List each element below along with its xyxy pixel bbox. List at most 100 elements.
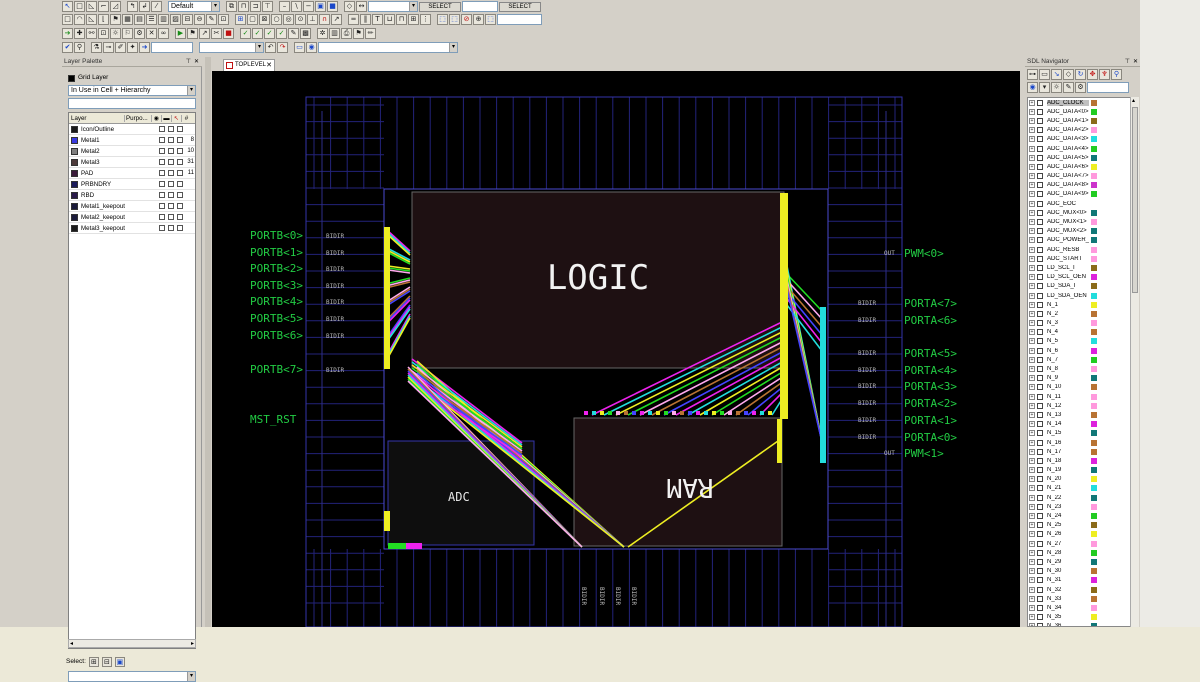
bulb-icon[interactable]: ☼ <box>1051 82 1062 93</box>
net-checkbox[interactable] <box>1037 430 1043 437</box>
cross-icon[interactable]: ✕ <box>146 28 157 39</box>
globe-icon[interactable]: ◉ <box>306 42 317 53</box>
expand-icon[interactable]: + <box>1029 577 1035 584</box>
visible-checkbox[interactable] <box>159 137 165 143</box>
expand-icon[interactable]: + <box>1029 274 1035 281</box>
select-combo-bottom[interactable]: ▾ <box>68 671 196 682</box>
expand-icon[interactable]: + <box>1029 209 1035 216</box>
zoom-fit-icon[interactable]: ⊞ <box>235 14 246 25</box>
net-checkbox[interactable] <box>1037 264 1043 271</box>
pin-icon[interactable]: ⊤ <box>262 1 273 12</box>
flag-icon[interactable]: ⚑ <box>110 14 121 25</box>
expand-icon[interactable]: + <box>1029 219 1035 226</box>
binoculars-icon[interactable]: ⚯ <box>86 28 97 39</box>
net-row[interactable]: + N_29 <box>1028 557 1130 566</box>
expand-icon[interactable]: + <box>1029 494 1035 501</box>
verify-icon[interactable]: ✓ <box>252 28 263 39</box>
net-row[interactable]: + N_34 <box>1028 603 1130 612</box>
selectable-checkbox[interactable] <box>168 181 174 187</box>
net-row[interactable]: + N_21 <box>1028 484 1130 493</box>
select-none-icon[interactable]: ▣ <box>114 657 125 667</box>
visible-checkbox[interactable] <box>159 214 165 220</box>
layer-row[interactable]: Icon/Outline <box>69 124 195 135</box>
magnifier-icon[interactable]: ⚲ <box>74 42 85 53</box>
expand-icon[interactable]: + <box>1029 448 1035 455</box>
expand-icon[interactable]: + <box>1029 375 1035 382</box>
net-checkbox[interactable] <box>1037 375 1043 382</box>
search-icon[interactable]: ⚲ <box>1111 69 1122 80</box>
close-icon[interactable]: ✕ <box>1133 58 1138 65</box>
expand-icon[interactable]: + <box>1029 430 1035 437</box>
text-icon[interactable]: T <box>372 14 383 25</box>
move-icon[interactable]: ✥ <box>1087 69 1098 80</box>
selectable-checkbox[interactable] <box>168 159 174 165</box>
net-row[interactable]: + N_26 <box>1028 530 1130 539</box>
expand-icon[interactable]: + <box>1029 604 1035 611</box>
net-row[interactable]: + N_17 <box>1028 447 1130 456</box>
expand-icon[interactable]: + <box>1029 393 1035 400</box>
brush-icon[interactable]: ✐ <box>115 42 126 53</box>
filter-combo[interactable] <box>151 42 193 53</box>
layer-filter-combo[interactable]: In Use in Cell + Hierarchy ▾ <box>68 85 196 96</box>
block-icon[interactable]: ▥ <box>158 14 169 25</box>
active-checkbox[interactable] <box>177 225 183 231</box>
table-icon[interactable]: ▤ <box>134 14 145 25</box>
dots-icon[interactable]: ⋮ <box>420 14 431 25</box>
expand-icon[interactable]: + <box>1029 246 1035 253</box>
visible-checkbox[interactable] <box>159 159 165 165</box>
net-checkbox[interactable] <box>1037 347 1043 354</box>
folder-icon[interactable]: ▭ <box>1039 69 1050 80</box>
expand-icon[interactable]: + <box>1029 595 1035 602</box>
net-row[interactable]: + N_35 <box>1028 613 1130 622</box>
layer-search-input[interactable] <box>68 98 196 109</box>
layer-row[interactable]: Metal3_keepout <box>69 223 195 234</box>
net-checkbox[interactable] <box>1037 366 1043 373</box>
selectable-checkbox[interactable] <box>168 203 174 209</box>
net-tree-icon[interactable]: ⊶ <box>1027 69 1038 80</box>
shift-icon[interactable]: ↔ <box>356 1 367 12</box>
visible-checkbox[interactable] <box>159 192 165 198</box>
net-checkbox[interactable] <box>1037 182 1043 189</box>
pin2-icon[interactable]: ⊸ <box>103 42 114 53</box>
expand-icon[interactable]: + <box>1029 255 1035 262</box>
net-row[interactable]: + N_20 <box>1028 475 1130 484</box>
merge-icon[interactable]: ⊔ <box>384 14 395 25</box>
chip-icon[interactable]: ▩ <box>300 28 311 39</box>
scroll-left-icon[interactable]: ◂ <box>70 640 73 647</box>
cell-icon[interactable]: ▨ <box>170 14 181 25</box>
net-row[interactable]: + LD_SCL_OEN <box>1028 273 1130 282</box>
copy-icon[interactable]: ⧉ <box>226 1 237 12</box>
net-row[interactable]: + N_7 <box>1028 355 1130 364</box>
net-checkbox[interactable] <box>1037 356 1043 363</box>
visible-checkbox[interactable] <box>159 148 165 154</box>
net-search-input[interactable] <box>1087 82 1129 93</box>
net-checkbox[interactable] <box>1037 99 1043 106</box>
expand-icon[interactable]: + <box>1029 200 1035 207</box>
probe-net-icon[interactable]: ↘ <box>1051 69 1062 80</box>
active-checkbox[interactable] <box>177 148 183 154</box>
rect-tool-icon[interactable]: □ <box>62 14 73 25</box>
poly-tool-icon[interactable]: ◺ <box>86 14 97 25</box>
circle-arrow-icon[interactable]: ◉ <box>1027 82 1038 93</box>
net-checkbox[interactable] <box>1037 439 1043 446</box>
net-checkbox[interactable] <box>1037 577 1043 584</box>
triangle-icon[interactable]: ◿ <box>110 1 121 12</box>
layer-row[interactable]: Metal2 10 <box>69 146 195 157</box>
expand-icon[interactable]: + <box>1029 99 1035 106</box>
select-button-1[interactable]: SELECT <box>419 1 461 12</box>
node-icon[interactable]: ⊙ <box>295 14 306 25</box>
expand-icon[interactable]: + <box>1029 154 1035 161</box>
hline-icon[interactable]: ═ <box>348 14 359 25</box>
net-checkbox[interactable] <box>1037 558 1043 565</box>
layout-canvas[interactable]: LOGIC RAM ADC PORTB<0> BIDIR PORTB<1> BIDIR… <box>212 71 1020 627</box>
layer-row[interactable]: Metal2_keepout <box>69 212 195 223</box>
net-checkbox[interactable] <box>1037 145 1043 152</box>
route-icon[interactable]: ↲ <box>139 1 150 12</box>
pin-icon[interactable]: ⊤ <box>186 58 191 65</box>
active-checkbox[interactable] <box>177 181 183 187</box>
select-button-2[interactable]: SELECT <box>499 1 541 12</box>
expand-icon[interactable]: + <box>1029 301 1035 308</box>
net-checkbox[interactable] <box>1037 522 1043 529</box>
expand-icon[interactable]: + <box>1029 549 1035 556</box>
net-checkbox[interactable] <box>1037 329 1043 336</box>
